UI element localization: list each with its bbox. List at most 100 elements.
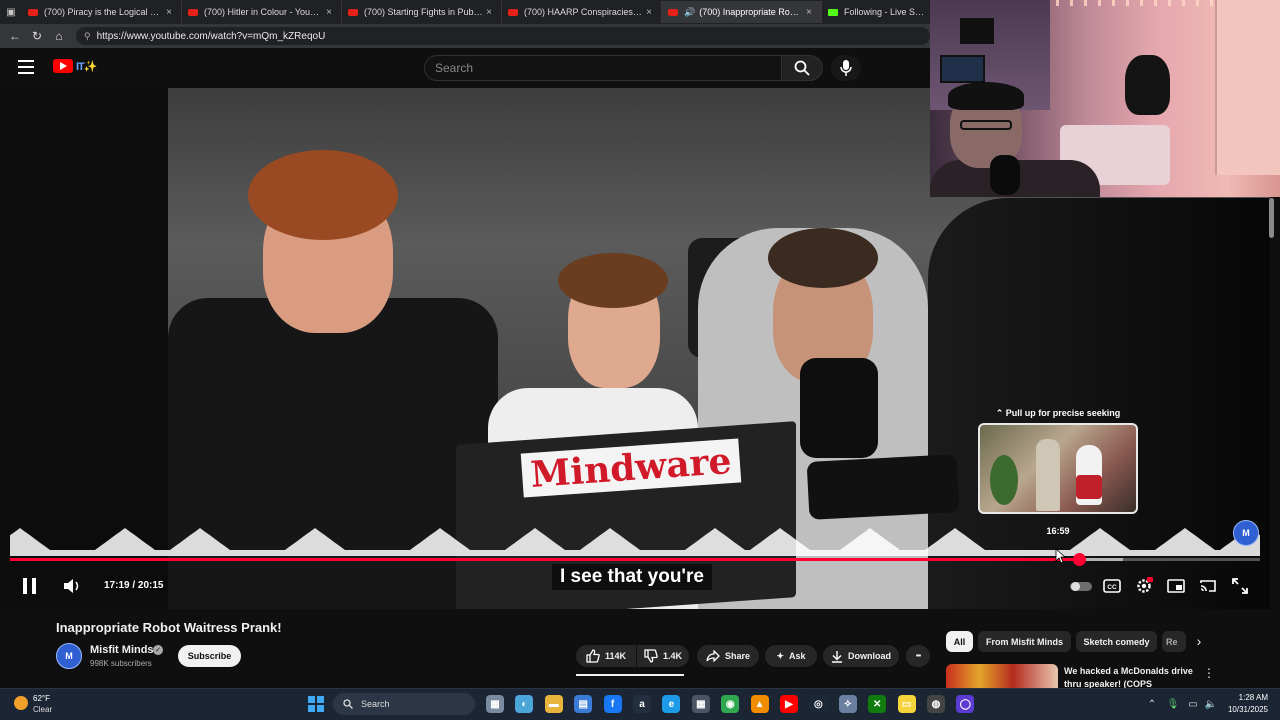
tab-close-icon[interactable]: × [163, 7, 175, 18]
channel-name[interactable]: Misfit Minds [90, 644, 154, 656]
thumbs-up-icon [586, 649, 600, 663]
recommendation-more-icon[interactable]: ⋮ [1203, 667, 1215, 681]
window-menu-icon[interactable]: ▣ [0, 1, 22, 23]
chip-sketch-comedy[interactable]: Sketch comedy [1076, 631, 1157, 652]
chip-all[interactable]: All [946, 631, 973, 652]
search-icon [794, 60, 810, 76]
browser-tab[interactable]: (700) HAARP Conspiracies: Was T × [502, 1, 662, 23]
tab-title: (700) Piracy is the Logical Solutio [44, 7, 163, 17]
share-icon [706, 650, 720, 662]
app-icon[interactable]: ✧ [838, 695, 857, 713]
address-bar: ← ↻ ⌂ ⚲ https://www.youtube.com/watch?v=… [0, 24, 930, 48]
scrollbar[interactable] [1268, 197, 1276, 687]
clock-date[interactable]: 10/31/2025 [1222, 705, 1268, 714]
subscriber-count: 998K subscribers [90, 659, 152, 668]
voice-search-button[interactable] [831, 55, 861, 81]
url-field[interactable]: ⚲ https://www.youtube.com/watch?v=mQm_kZ… [76, 27, 930, 45]
more-actions-button[interactable]: ••• [906, 645, 930, 667]
sticky-notes-icon[interactable]: ▭ [897, 695, 916, 713]
subscribe-button[interactable]: Subscribe [178, 645, 241, 667]
browser-tab[interactable]: (700) Starting Fights in Public Pra × [342, 1, 502, 23]
youtube-icon [348, 8, 358, 16]
microphone-tray-icon[interactable]: 🎙 [1166, 697, 1180, 711]
settings-gear-icon[interactable] [1134, 577, 1154, 595]
fullscreen-icon[interactable] [1230, 577, 1250, 595]
refresh-icon[interactable]: ↻ [26, 26, 48, 46]
search-input[interactable]: Search [424, 55, 782, 81]
amazon-icon[interactable]: a [633, 695, 651, 713]
sparkle-icon: ✦ [776, 650, 785, 661]
edge-icon[interactable]: e [662, 695, 681, 713]
download-button[interactable]: Download [823, 645, 899, 667]
progress-scrubber[interactable] [1072, 553, 1086, 566]
weather-condition[interactable]: Clear [33, 705, 52, 714]
channel-watermark[interactable]: M [1233, 520, 1259, 546]
obs-icon[interactable]: ◯ [956, 695, 975, 713]
youtube-logo-wordmark[interactable]: IT✨ [76, 60, 98, 73]
store-icon[interactable]: ▤ [574, 695, 593, 713]
ask-button[interactable]: ✦ Ask [765, 645, 817, 667]
seek-hint: ⌃ Pull up for precise seeking [995, 408, 1121, 418]
share-button[interactable]: Share [697, 645, 759, 667]
start-button[interactable] [308, 696, 324, 712]
share-label: Share [724, 651, 750, 661]
chevron-right-icon[interactable]: › [1190, 632, 1208, 650]
youtube-icon [28, 8, 38, 16]
miniplayer-icon[interactable] [1166, 577, 1186, 595]
calculator-icon[interactable]: ▦ [691, 695, 710, 713]
microphone-icon [840, 60, 852, 76]
vlc-icon[interactable]: ▲ [750, 695, 769, 713]
browser-tab[interactable]: Following - Live Stream [822, 1, 932, 23]
search-button[interactable] [781, 55, 823, 81]
microphone-prop [800, 358, 878, 458]
youtube-icon[interactable]: ▶ [780, 695, 798, 713]
volume-tray-icon[interactable]: 🔈 [1204, 697, 1218, 711]
recommendation-title[interactable]: We hacked a McDonalds drive thru speaker… [1064, 665, 1194, 689]
site-info-icon[interactable]: ⚲ [84, 31, 91, 42]
weather-temperature[interactable]: 62°F [33, 694, 50, 703]
taskbar-search[interactable]: Search [333, 693, 475, 715]
youtube-logo-icon[interactable] [53, 59, 73, 73]
facebook-icon[interactable]: f [603, 695, 622, 713]
thumbs-down-icon [644, 649, 658, 663]
chrome-icon[interactable]: ◉ [721, 695, 740, 713]
browser-tab[interactable]: (700) Piracy is the Logical Solutio × [22, 1, 182, 23]
volume-icon[interactable] [62, 577, 82, 595]
browser-tab-active[interactable]: 🔊 (700) Inappropriate Robot W × [662, 1, 822, 23]
youtube-icon [188, 8, 198, 16]
search-placeholder: Search [435, 61, 474, 75]
browser-tab[interactable]: (700) Hitler in Colour - YouTube × [182, 1, 342, 23]
weather-moon-icon[interactable] [14, 696, 28, 710]
ask-label: Ask [789, 651, 806, 661]
tab-close-icon[interactable]: × [643, 7, 655, 18]
file-explorer-icon[interactable]: ▬ [544, 695, 563, 713]
like-button[interactable]: 114K [576, 645, 636, 667]
cast-icon[interactable] [1198, 577, 1218, 595]
copilot-icon[interactable]: ◐ [515, 695, 534, 713]
chip-partial[interactable]: Re [1162, 631, 1186, 652]
autoplay-toggle[interactable] [1070, 582, 1092, 591]
like-bar [576, 674, 684, 676]
back-arrow-icon[interactable]: ← [4, 26, 26, 46]
xbox-icon[interactable]: ✕ [868, 695, 887, 713]
clock-time[interactable]: 1:28 AM [1222, 693, 1268, 702]
progress-played [10, 558, 1079, 561]
steam-icon[interactable]: ◎ [809, 695, 828, 713]
channel-avatar[interactable]: M [56, 643, 82, 669]
chip-from-misfit-minds[interactable]: From Misfit Minds [978, 631, 1071, 652]
tray-overflow-icon[interactable]: ⌃ [1145, 697, 1159, 711]
captions-icon[interactable]: CC [1102, 577, 1122, 595]
recommendation-thumbnail[interactable] [946, 664, 1058, 688]
github-icon[interactable]: ◍ [927, 695, 945, 713]
pause-button[interactable] [19, 576, 39, 596]
tab-close-icon[interactable]: × [803, 7, 815, 18]
tab-close-icon[interactable]: × [483, 7, 495, 18]
speaker-icon[interactable]: 🔊 [684, 7, 695, 18]
menu-icon[interactable] [18, 60, 34, 74]
scrollbar-thumb[interactable] [1269, 198, 1274, 238]
network-icon[interactable]: ▭ [1186, 697, 1200, 711]
home-icon[interactable]: ⌂ [48, 26, 70, 46]
task-view-icon[interactable]: ▦ [486, 695, 504, 713]
tab-close-icon[interactable]: × [323, 7, 335, 18]
dislike-button[interactable]: 1.4K [637, 645, 689, 667]
